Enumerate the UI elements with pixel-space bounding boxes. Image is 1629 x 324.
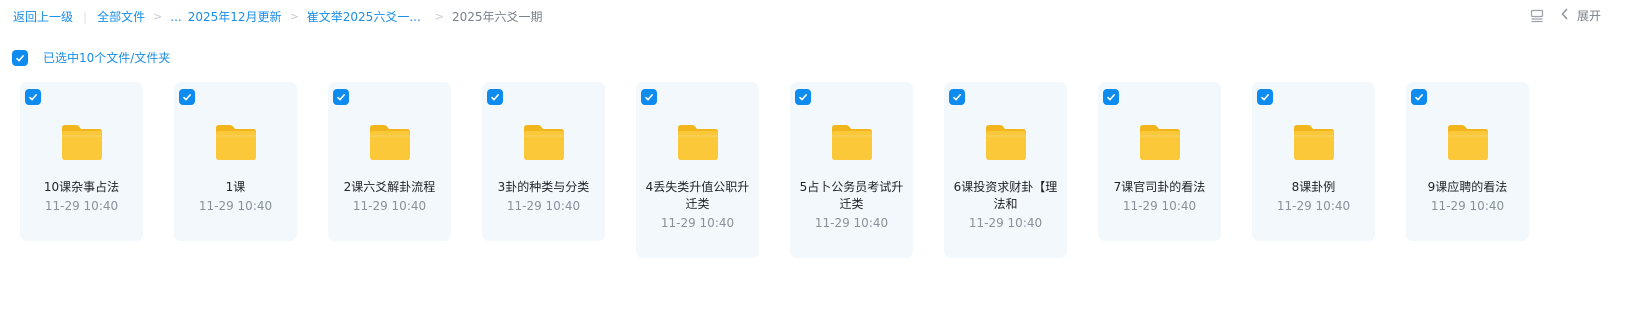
folder-name: 8课卦例	[1291, 180, 1336, 194]
folder-card[interactable]: 3卦的种类与分类 11-29 10:40	[482, 82, 605, 241]
folder-modified-time: 11-29 10:40	[1122, 199, 1197, 213]
folder-card[interactable]: 8课卦例 11-29 10:40	[1252, 82, 1375, 241]
check-icon	[336, 93, 346, 101]
folder-card[interactable]: 4丢失类升值公职升迁类 11-29 10:40	[636, 82, 759, 258]
folder-checkbox[interactable]	[333, 89, 349, 105]
breadcrumb-all-files[interactable]: 全部文件	[97, 8, 145, 25]
expand-label: 展开	[1576, 9, 1601, 23]
check-icon	[644, 93, 654, 101]
folder-icon	[368, 122, 412, 162]
folder-icon	[1292, 122, 1336, 162]
folder-modified-time: 11-29 10:40	[352, 199, 427, 213]
check-icon	[952, 93, 962, 101]
folder-card[interactable]: 2课六爻解卦流程 11-29 10:40	[328, 82, 451, 241]
check-icon	[1260, 93, 1270, 101]
chevron-right-icon: >	[434, 10, 444, 23]
folder-modified-time: 11-29 10:40	[660, 216, 735, 230]
selection-count: 已选中10个文件/文件夹	[43, 51, 171, 65]
folder-name: 1课	[225, 180, 246, 194]
folder-modified-time: 11-29 10:40	[1430, 199, 1505, 213]
folder-checkbox[interactable]	[949, 89, 965, 105]
check-icon	[28, 93, 38, 101]
folder-icon	[60, 122, 104, 162]
folder-checkbox[interactable]	[179, 89, 195, 105]
folder-checkbox[interactable]	[641, 89, 657, 105]
folder-icon	[830, 122, 874, 162]
breadcrumb-level1[interactable]: 2025年12月更新	[188, 8, 282, 25]
header-actions: 展开	[1529, 7, 1601, 24]
divider: |	[83, 9, 88, 24]
folder-modified-time: 11-29 10:40	[814, 216, 889, 230]
folder-card[interactable]: 5占卜公务员考试升迁类 11-29 10:40	[790, 82, 913, 258]
breadcrumb-current: 2025年六爻一期	[451, 10, 543, 24]
folder-name: 5占卜公务员考试升迁类	[799, 180, 904, 211]
folder-modified-time: 11-29 10:40	[44, 199, 119, 213]
folder-card[interactable]: 9课应聘的看法 11-29 10:40	[1406, 82, 1529, 241]
chevron-right-icon: >	[289, 10, 299, 23]
breadcrumb-ellipsis[interactable]: ...	[170, 10, 181, 24]
folder-checkbox[interactable]	[795, 89, 811, 105]
folder-icon	[1138, 122, 1182, 162]
folder-name: 4丢失类升值公职升迁类	[645, 180, 750, 211]
select-all-row: 已选中10个文件/文件夹	[12, 49, 170, 66]
folder-card[interactable]: 10课杂事占法 11-29 10:40	[20, 82, 143, 241]
chevron-right-icon: >	[153, 10, 163, 23]
folder-modified-time: 11-29 10:40	[198, 199, 273, 213]
expand-button[interactable]: 展开	[1561, 7, 1601, 24]
folder-grid: 10课杂事占法 11-29 10:40 1课 11-29 10:40 2课六爻解…	[20, 82, 1529, 258]
folder-name: 2课六爻解卦流程	[343, 180, 436, 194]
check-icon	[1414, 93, 1424, 101]
back-link[interactable]: 返回上一级	[13, 8, 73, 25]
folder-card[interactable]: 1课 11-29 10:40	[174, 82, 297, 241]
folder-name: 6课投资求财卦【理法和	[953, 180, 1058, 211]
folder-card[interactable]: 7课官司卦的看法 11-29 10:40	[1098, 82, 1221, 241]
select-all-checkbox[interactable]	[12, 49, 28, 66]
check-icon	[490, 93, 500, 101]
check-icon	[798, 93, 808, 101]
folder-icon	[522, 122, 566, 162]
folder-modified-time: 11-29 10:40	[1276, 199, 1351, 213]
folder-checkbox[interactable]	[487, 89, 503, 105]
folder-name: 3卦的种类与分类	[497, 180, 590, 194]
breadcrumb-level2[interactable]: 崔文举2025六爻一...	[307, 8, 421, 25]
check-icon	[1106, 93, 1116, 101]
folder-icon	[214, 122, 258, 162]
folder-icon	[1446, 122, 1490, 162]
folder-name: 7课官司卦的看法	[1113, 180, 1206, 194]
check-icon	[15, 54, 25, 62]
folder-modified-time: 11-29 10:40	[968, 216, 1043, 230]
list-view-icon[interactable]	[1529, 8, 1545, 24]
folder-card[interactable]: 6课投资求财卦【理法和 11-29 10:40	[944, 82, 1067, 258]
chevron-left-icon	[1561, 8, 1569, 24]
folder-checkbox[interactable]	[25, 89, 41, 105]
folder-name: 9课应聘的看法	[1427, 180, 1508, 194]
folder-icon	[676, 122, 720, 162]
folder-icon	[984, 122, 1028, 162]
folder-checkbox[interactable]	[1257, 89, 1273, 105]
folder-checkbox[interactable]	[1411, 89, 1427, 105]
folder-modified-time: 11-29 10:40	[506, 199, 581, 213]
check-icon	[182, 93, 192, 101]
folder-name: 10课杂事占法	[43, 180, 120, 194]
folder-checkbox[interactable]	[1103, 89, 1119, 105]
breadcrumb: 返回上一级 | 全部文件 > ... 2025年12月更新 > 崔文举2025六…	[13, 8, 543, 25]
top-bar: 返回上一级 | 全部文件 > ... 2025年12月更新 > 崔文举2025六…	[0, 0, 1629, 34]
